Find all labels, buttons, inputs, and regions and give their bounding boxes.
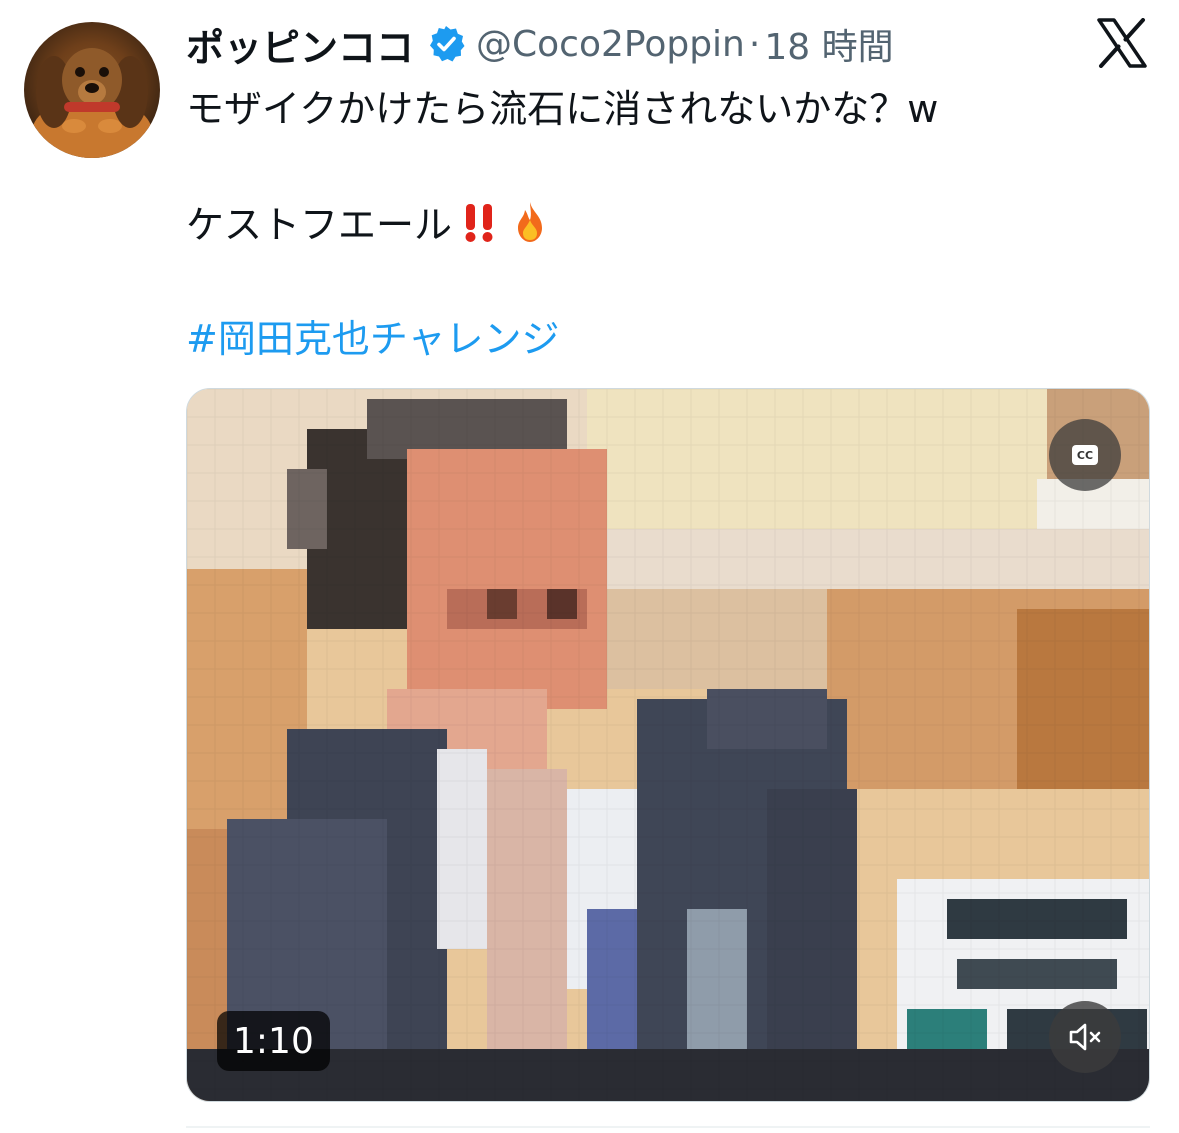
video-frame	[187, 389, 1149, 1101]
tweet-text-line-2: ケストフエール	[186, 194, 552, 249]
mute-toggle-button[interactable]	[1049, 1001, 1121, 1073]
tweet-text-line-1: モザイクかけたら流石に消されないかな？w	[186, 87, 939, 131]
dot-separator: ·	[748, 23, 761, 65]
fire-icon	[508, 200, 552, 244]
video-duration: 1:10	[217, 1011, 330, 1071]
timestamp[interactable]: 18 時間	[764, 18, 893, 70]
author-avatar[interactable]	[24, 22, 160, 158]
tweet-text-keyword: ケストフエール	[186, 203, 453, 247]
x-logo-icon[interactable]	[1096, 18, 1148, 68]
captions-button[interactable]: CC	[1049, 419, 1121, 491]
divider	[186, 1126, 1150, 1128]
tweet-header: ポッピンココ @Coco2Poppin · 18 時間	[186, 18, 894, 70]
hashtag-link[interactable]: #岡田克也チャレンジ	[186, 308, 559, 363]
dog-avatar-icon	[32, 48, 152, 158]
author-handle[interactable]: @Coco2Poppin	[476, 24, 745, 65]
author-name[interactable]: ポッピンココ	[186, 17, 414, 72]
video-player[interactable]: CC 1:10	[186, 388, 1150, 1102]
speaker-muted-icon	[1069, 1023, 1101, 1051]
double-exclamation-icon	[458, 200, 502, 244]
verified-badge-icon[interactable]	[426, 24, 466, 64]
captions-icon: CC	[1072, 445, 1098, 465]
